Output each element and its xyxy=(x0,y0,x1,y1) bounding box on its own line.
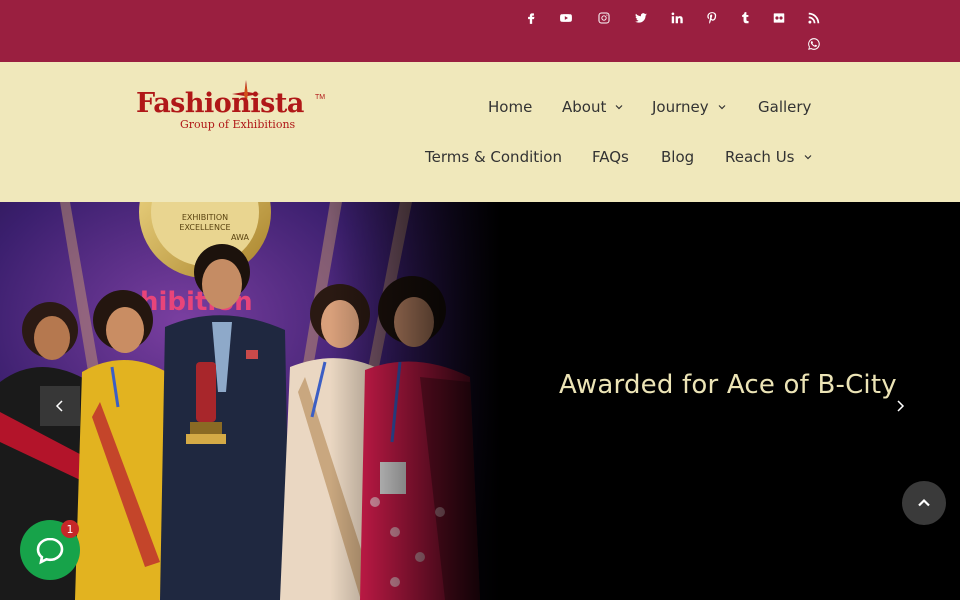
whatsapp-icon[interactable] xyxy=(803,33,825,55)
site-header: Fashionista TM Group of Exhibitions Home… xyxy=(0,62,960,202)
tumblr-icon[interactable] xyxy=(734,7,756,29)
scroll-to-top-button[interactable] xyxy=(902,481,946,525)
instagram-icon[interactable] xyxy=(593,7,615,29)
nav-faqs[interactable]: FAQs xyxy=(592,148,629,166)
nav-about-label: About xyxy=(562,98,607,116)
chevron-right-icon xyxy=(897,400,905,412)
nav-terms-label: Terms & Condition xyxy=(425,148,562,166)
fashionista-logo[interactable]: Fashionista TM Group of Exhibitions xyxy=(136,80,326,138)
nav-blog[interactable]: Blog xyxy=(661,148,694,166)
nav-home[interactable]: Home xyxy=(488,98,532,116)
nav-journey[interactable]: Journey xyxy=(652,98,726,116)
youtube-icon[interactable] xyxy=(555,7,577,29)
chevron-down-icon xyxy=(718,105,726,110)
svg-text:EXCELLENCE: EXCELLENCE xyxy=(179,223,230,232)
chat-bubble-icon xyxy=(36,537,64,565)
hero-slider: EXHIBITION EXCELLENCE AWA hibition Award… xyxy=(0,202,960,600)
pinterest-icon[interactable] xyxy=(701,7,723,29)
top-social-bar xyxy=(0,0,960,62)
chevron-down-icon xyxy=(615,105,623,110)
nav-about[interactable]: About xyxy=(562,98,623,116)
nav-terms[interactable]: Terms & Condition xyxy=(425,148,562,166)
slider-prev-button[interactable] xyxy=(40,386,80,426)
svg-text:AWA: AWA xyxy=(231,233,250,242)
nav-reach-us-label: Reach Us xyxy=(725,148,795,166)
nav-reach-us[interactable]: Reach Us xyxy=(725,148,812,166)
nav-blog-label: Blog xyxy=(661,148,695,166)
nav-journey-label: Journey xyxy=(652,98,709,116)
chevron-up-icon xyxy=(918,498,930,507)
chevron-left-icon xyxy=(55,400,63,412)
photo-fade-overlay xyxy=(330,202,530,600)
svg-text:EXHIBITION: EXHIBITION xyxy=(182,213,228,222)
chevron-down-icon xyxy=(804,155,811,160)
hero-title: Awarded for Ace of B-City xyxy=(559,370,897,400)
facebook-icon[interactable] xyxy=(520,7,542,29)
nav-gallery-label: Gallery xyxy=(758,98,812,116)
nav-faqs-label: FAQs xyxy=(592,148,629,166)
logo-wordmark: Fashionista xyxy=(136,88,304,119)
chat-notification-badge: 1 xyxy=(61,520,79,538)
linkedin-icon[interactable] xyxy=(666,7,688,29)
slider-next-button[interactable] xyxy=(888,394,912,418)
logo-trademark: TM xyxy=(315,94,326,101)
twitter-icon[interactable] xyxy=(630,7,652,29)
flickr-icon[interactable] xyxy=(768,7,790,29)
nav-home-label: Home xyxy=(488,98,533,116)
nav-gallery[interactable]: Gallery xyxy=(758,98,811,116)
logo-tagline: Group of Exhibitions xyxy=(180,118,296,131)
rss-icon[interactable] xyxy=(803,7,825,29)
